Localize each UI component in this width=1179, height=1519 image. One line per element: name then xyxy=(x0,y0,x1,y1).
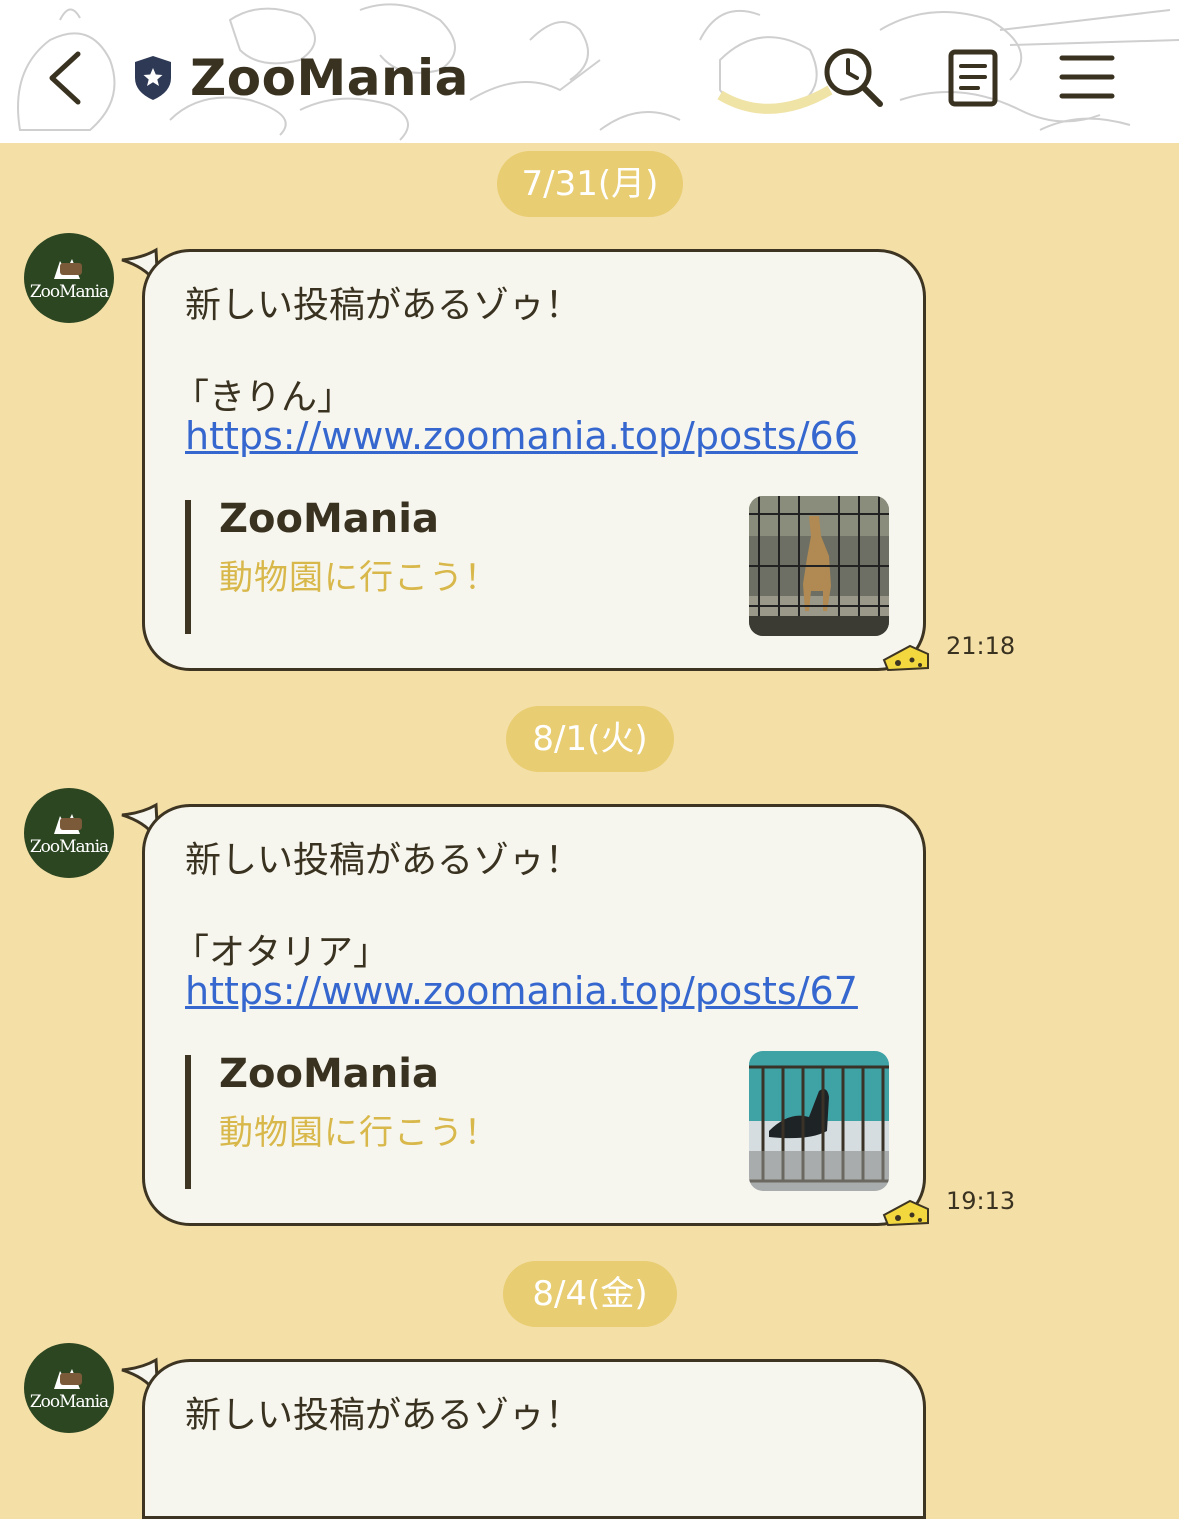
link-preview-card[interactable]: ZooMania 動物園に行こう！ xyxy=(185,1051,889,1191)
message-time: 19:13 xyxy=(946,1187,1016,1215)
notes-icon[interactable] xyxy=(940,44,1006,110)
avatar-label: ZooMania xyxy=(29,1392,109,1412)
avatar[interactable]: ZooMania xyxy=(24,788,114,878)
preview-accent-bar xyxy=(185,1055,191,1189)
avatar-logo-icon xyxy=(54,259,82,279)
post-title: 「オタリア」 xyxy=(173,932,390,973)
post-link[interactable]: https://www.zoomania.top/posts/67 xyxy=(185,969,858,1013)
shield-star-icon xyxy=(135,56,171,100)
message-text: 新しい投稿があるゾゥ！ xyxy=(185,285,582,326)
date-separator: 7/31(月) xyxy=(497,151,683,217)
preview-accent-bar xyxy=(185,500,191,634)
preview-site-name: ZooMania xyxy=(219,1051,439,1097)
message-time: 21:18 xyxy=(946,632,1016,660)
avatar-label: ZooMania xyxy=(29,282,109,302)
cheese-read-icon xyxy=(882,644,929,672)
menu-icon[interactable] xyxy=(1054,44,1120,110)
preview-description: 動物園に行こう！ xyxy=(219,558,499,598)
date-separator: 8/1(火) xyxy=(506,706,674,772)
giraffe-thumbnail xyxy=(749,496,889,636)
avatar-label: ZooMania xyxy=(29,837,109,857)
preview-site-name: ZooMania xyxy=(219,496,439,542)
search-icon[interactable] xyxy=(820,44,886,110)
chat-header: ZooMania xyxy=(0,0,1179,143)
avatar[interactable]: ZooMania xyxy=(24,1343,114,1433)
cheese-read-icon xyxy=(882,1199,929,1227)
avatar-logo-icon xyxy=(54,1369,82,1389)
post-title: 「きりん」 xyxy=(173,377,354,418)
avatar[interactable]: ZooMania xyxy=(24,233,114,323)
sea-lion-thumbnail xyxy=(749,1051,889,1191)
message-bubble: 新しい投稿があるゾゥ！ xyxy=(142,1359,926,1519)
preview-description: 動物園に行こう！ xyxy=(219,1113,499,1153)
back-chevron-icon[interactable] xyxy=(40,48,90,108)
message-bubble: 新しい投稿があるゾゥ！ 「オタリア」 https://www.zoomania.… xyxy=(142,804,926,1226)
message-text: 新しい投稿があるゾゥ！ xyxy=(185,1395,582,1436)
date-separator: 8/4(金) xyxy=(503,1261,677,1327)
link-preview-card[interactable]: ZooMania 動物園に行こう！ xyxy=(185,496,889,636)
post-link[interactable]: https://www.zoomania.top/posts/66 xyxy=(185,414,858,458)
chat-title: ZooMania xyxy=(190,49,469,107)
message-bubble: 新しい投稿があるゾゥ！ 「きりん」 https://www.zoomania.t… xyxy=(142,249,926,671)
avatar-logo-icon xyxy=(54,814,82,834)
message-text: 新しい投稿があるゾゥ！ xyxy=(185,840,582,881)
